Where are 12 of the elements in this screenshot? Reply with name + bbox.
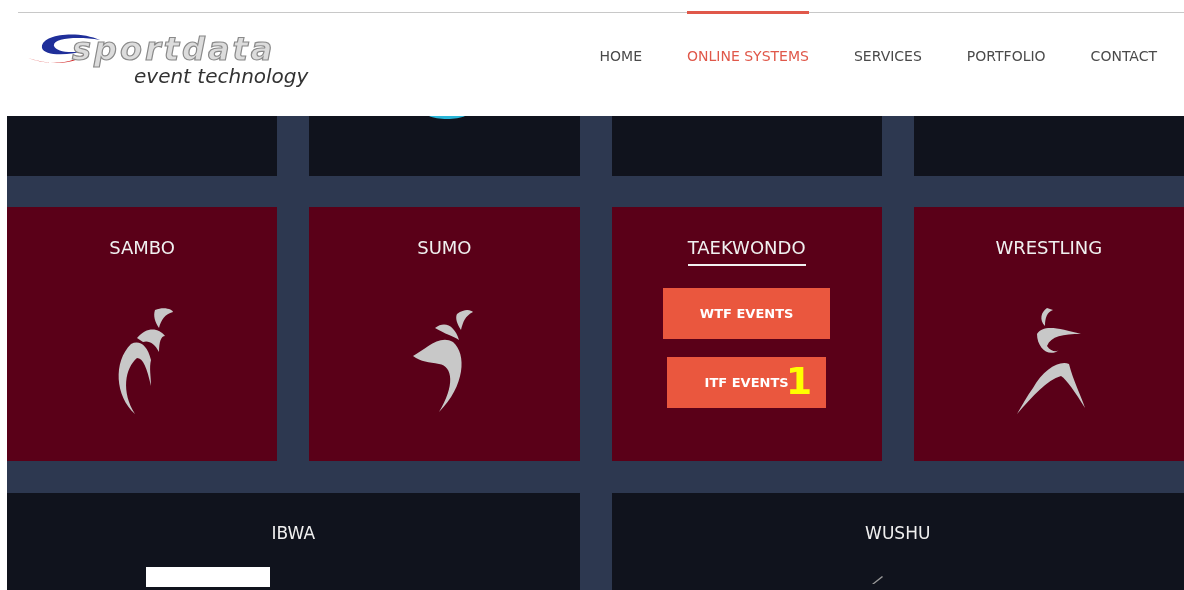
logo-tagline: event technology bbox=[134, 65, 309, 87]
nav-link[interactable]: SERVICES bbox=[853, 11, 922, 116]
tile-title[interactable]: WUSHU bbox=[865, 523, 931, 543]
tile-title[interactable]: SAMBO bbox=[109, 237, 176, 266]
events-button[interactable]: WTF EVENTS bbox=[663, 288, 831, 339]
tile-title[interactable]: IBWA bbox=[271, 523, 316, 543]
nav-link[interactable]: CONTACT bbox=[1090, 11, 1157, 116]
tile-title[interactable]: WRESTLING bbox=[995, 237, 1103, 266]
tile-title[interactable]: TAEKWONDO bbox=[687, 237, 806, 266]
nav-link[interactable]: HOME bbox=[599, 11, 643, 116]
tile-title[interactable]: SUMO bbox=[417, 237, 472, 266]
nav-link[interactable]: PORTFOLIO bbox=[966, 11, 1046, 116]
